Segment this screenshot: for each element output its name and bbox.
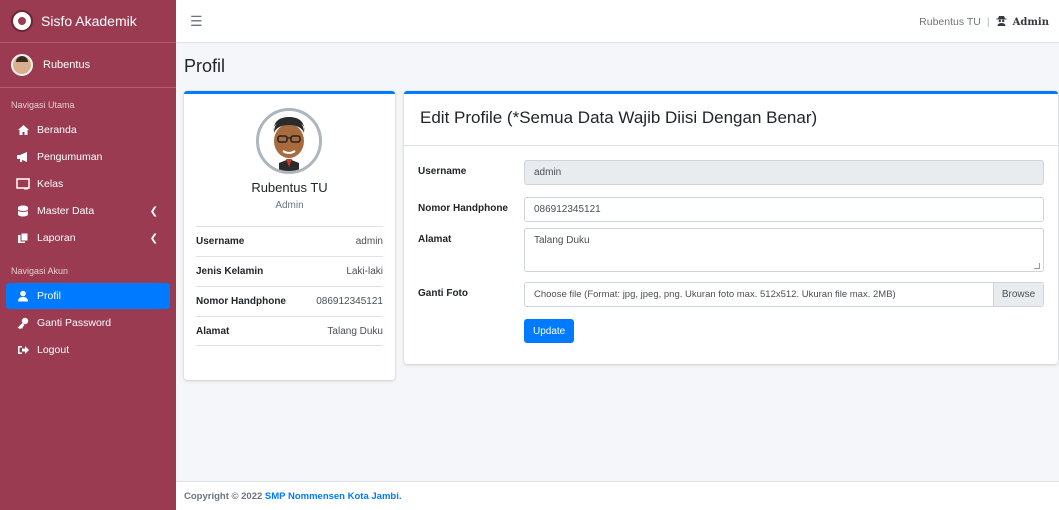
sidebar-item-label: Pengumuman	[37, 151, 103, 163]
phone-field[interactable]: 086912345121	[524, 197, 1044, 222]
sidebar-item-label: Master Data	[37, 205, 95, 217]
copy-icon	[15, 232, 31, 244]
sidebar-item-laporan[interactable]: Laporan ❮	[6, 225, 170, 251]
profile-info-list: Username admin Jenis Kelamin Laki-laki N…	[196, 226, 383, 346]
address-value: Talang Duku	[534, 235, 590, 246]
avatar	[11, 54, 33, 76]
sidebar-item-profil[interactable]: Profil	[6, 283, 170, 309]
address-textarea[interactable]: Talang Duku	[524, 228, 1044, 272]
info-value: admin	[355, 236, 383, 247]
sidebar-item-logout[interactable]: Logout	[6, 337, 170, 363]
info-key: Jenis Kelamin	[196, 266, 264, 277]
user-panel[interactable]: Rubentus	[0, 43, 176, 88]
info-key: Nomor Handphone	[196, 296, 286, 307]
footer: Copyright © 2022 SMP Nommensen Kota Jamb…	[176, 481, 1059, 510]
address-label: Alamat	[418, 234, 452, 245]
chevron-left-icon: ❮	[149, 232, 158, 244]
page-title: Profil	[184, 56, 226, 76]
list-item: Jenis Kelamin Laki-laki	[196, 256, 383, 286]
photo-label: Ganti Foto	[418, 288, 468, 299]
chalkboard-icon	[15, 178, 31, 190]
database-icon	[15, 205, 31, 217]
info-value: 086912345121	[316, 296, 383, 307]
brand-title: Sisfo Akademik	[41, 13, 137, 29]
sidebar-item-label: Profil	[37, 290, 61, 302]
profile-avatar	[256, 108, 322, 174]
megaphone-icon	[15, 151, 31, 163]
nav-header-main: Navigasi Utama	[11, 100, 75, 110]
sidebar-item-label: Logout	[37, 344, 70, 356]
topbar: ☰ Rubentus TU | Admin	[176, 0, 1059, 43]
edit-profile-title: Edit Profile (*Semua Data Wajib Diisi De…	[420, 108, 818, 127]
brand-link[interactable]: Sisfo Akademik	[0, 0, 176, 43]
sidebar-item-pengumuman[interactable]: Pengumuman	[6, 144, 170, 170]
list-item: Alamat Talang Duku	[196, 316, 383, 346]
top-user-role: Admin	[1012, 16, 1049, 28]
sidebar-item-ganti-password[interactable]: Ganti Password	[6, 310, 170, 336]
file-placeholder: Choose file (Format: jpg, jpeg, png. Uku…	[534, 289, 896, 300]
phone-label: Nomor Handphone	[418, 203, 508, 214]
sidebar: Sisfo Akademik Rubentus Navigasi Utama B…	[0, 0, 176, 510]
info-key: Username	[196, 236, 245, 247]
browse-button[interactable]: Browse	[993, 283, 1043, 306]
copyright-text: Copyright © 2022	[184, 491, 265, 502]
sidebar-item-label: Kelas	[37, 178, 64, 190]
sidebar-user-name: Rubentus	[43, 59, 91, 71]
sidebar-item-label: Beranda	[37, 124, 77, 136]
school-logo-icon	[11, 10, 33, 32]
info-value: Laki-laki	[346, 266, 383, 277]
profile-card: Rubentus TU Admin Username admin Jenis K…	[184, 91, 395, 380]
profile-name: Rubentus TU	[251, 180, 328, 195]
home-icon	[15, 124, 31, 136]
chevron-left-icon: ❮	[149, 205, 158, 217]
username-field: admin	[524, 160, 1044, 185]
edit-profile-card: Edit Profile (*Semua Data Wajib Diisi De…	[404, 91, 1058, 364]
list-item: Nomor Handphone 086912345121	[196, 286, 383, 316]
key-icon	[15, 317, 31, 329]
sidebar-item-label: Laporan	[37, 232, 76, 244]
profile-role: Admin	[275, 200, 304, 211]
user-secret-icon	[996, 15, 1007, 29]
resize-handle-icon[interactable]	[1034, 263, 1040, 269]
top-user-name: Rubentus TU	[919, 16, 981, 28]
nav-header-account: Navigasi Akun	[11, 266, 69, 276]
sidebar-item-master-data[interactable]: Master Data ❮	[6, 198, 170, 224]
username-label: Username	[418, 166, 467, 177]
update-button[interactable]: Update	[524, 319, 575, 343]
sidebar-item-label: Ganti Password	[37, 317, 112, 329]
top-user-menu[interactable]: Rubentus TU | Admin	[919, 15, 1049, 29]
sidebar-item-kelas[interactable]: Kelas	[6, 171, 170, 197]
info-value: Talang Duku	[327, 325, 383, 337]
sidebar-item-beranda[interactable]: Beranda	[6, 117, 170, 143]
separator: |	[986, 16, 990, 28]
list-item: Username admin	[196, 226, 383, 256]
photo-file-input[interactable]: Choose file (Format: jpg, jpeg, png. Uku…	[524, 282, 1044, 307]
hamburger-menu-icon[interactable]: ☰	[190, 13, 203, 30]
info-key: Alamat	[196, 325, 230, 337]
divider	[404, 145, 1058, 146]
school-link[interactable]: SMP Nommensen Kota Jambi.	[265, 491, 402, 502]
sign-out-icon	[15, 344, 31, 356]
user-icon	[15, 290, 31, 302]
